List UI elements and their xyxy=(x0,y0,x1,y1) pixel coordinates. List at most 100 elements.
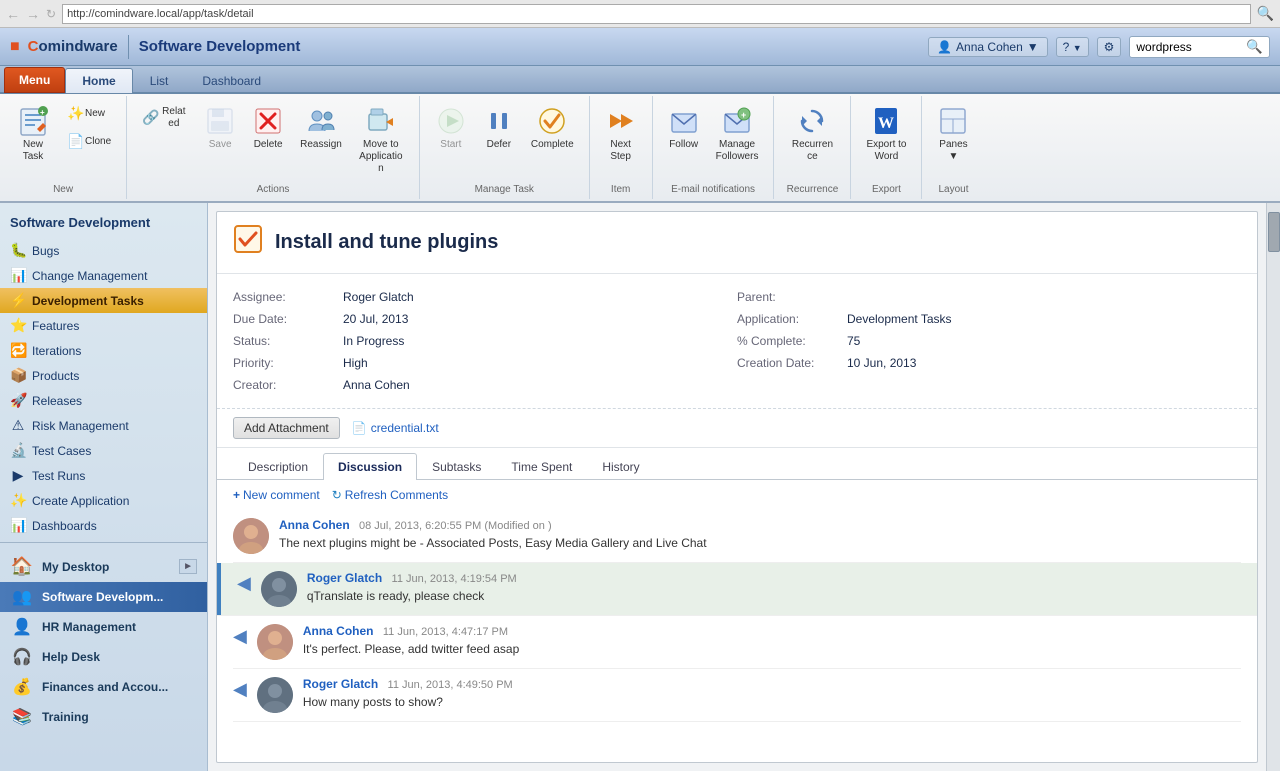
clone-label: Clone xyxy=(85,136,111,148)
left-mark-icon: ◀ xyxy=(237,573,251,594)
defer-button[interactable]: Defer xyxy=(476,100,522,156)
complete-icon xyxy=(536,105,568,137)
sidebar-item-risk-management[interactable]: ⚠ Risk Management xyxy=(0,413,207,438)
new-group-buttons: + NewTask ✨ New 📄 Clone xyxy=(8,100,118,180)
percent-complete-row: % Complete: 75 xyxy=(737,330,1241,352)
header-search: 🔍 xyxy=(1129,36,1270,58)
nav-item-finances[interactable]: 💰 Finances and Accou... xyxy=(0,672,207,702)
refresh-browser-btn[interactable]: ↻ xyxy=(46,7,56,21)
search-button[interactable]: 🔍 xyxy=(1240,37,1269,57)
move-to-application-icon xyxy=(365,105,397,137)
start-button[interactable]: Start xyxy=(428,100,474,156)
sidebar-item-iterations[interactable]: 🔁 Iterations xyxy=(0,338,207,363)
comments-actions: + New comment ↻ Refresh Comments xyxy=(217,480,1257,510)
sidebar-label-features: Features xyxy=(32,319,79,333)
sidebar-item-dashboards[interactable]: 📊 Dashboards xyxy=(0,513,207,538)
refresh-comments-label: Refresh Comments xyxy=(345,488,448,502)
tab-list[interactable]: List xyxy=(133,68,186,93)
follow-icon xyxy=(668,105,700,137)
user-button[interactable]: 👤 Anna Cohen ▼ xyxy=(928,37,1048,57)
main-tabs: Menu Home List Dashboard xyxy=(0,66,1280,94)
comment-author[interactable]: Anna Cohen xyxy=(279,518,350,532)
new-comment-link[interactable]: + New comment xyxy=(233,488,320,502)
sidebar-item-products[interactable]: 📦 Products xyxy=(0,363,207,388)
assignee-value: Roger Glatch xyxy=(343,290,414,304)
tab-history[interactable]: History xyxy=(587,453,654,480)
related-button[interactable]: 🔗 Related xyxy=(135,100,195,134)
clone-button[interactable]: 📄 Clone xyxy=(60,128,118,154)
recurrence-icon xyxy=(796,105,828,137)
tab-home[interactable]: Home xyxy=(65,68,132,93)
nav-item-software-development[interactable]: 👥 Software Developm... xyxy=(0,582,207,612)
sidebar-label-test-cases: Test Cases xyxy=(32,444,91,458)
add-attachment-button[interactable]: Add Attachment xyxy=(233,417,340,439)
save-button[interactable]: Save xyxy=(197,100,243,156)
content-scrollbar[interactable] xyxy=(1266,203,1280,771)
sidebar-item-bugs[interactable]: 🐛 Bugs xyxy=(0,238,207,263)
due-date-value: 20 Jul, 2013 xyxy=(343,312,408,326)
parent-row: Parent: xyxy=(737,286,1241,308)
comment-author[interactable]: Roger Glatch xyxy=(307,571,382,585)
comment-text: The next plugins might be - Associated P… xyxy=(279,535,1241,552)
sidebar-item-releases[interactable]: 🚀 Releases xyxy=(0,388,207,413)
address-bar[interactable] xyxy=(62,4,1251,24)
delete-icon xyxy=(252,105,284,137)
creator-row: Creator: Anna Cohen xyxy=(233,374,737,396)
panes-button[interactable]: Panes▼ xyxy=(930,100,976,168)
sidebar-item-change-management[interactable]: 📊 Change Management xyxy=(0,263,207,288)
export-to-word-button[interactable]: W Export toWord xyxy=(859,100,913,168)
nav-item-help-desk[interactable]: 🎧 Help Desk xyxy=(0,642,207,672)
sidebar-item-development-tasks[interactable]: ⚡ Development Tasks xyxy=(0,288,207,313)
fields-right: Parent: Application: Development Tasks %… xyxy=(737,286,1241,396)
comment-author[interactable]: Anna Cohen xyxy=(303,624,374,638)
new-task-button[interactable]: + NewTask xyxy=(8,100,58,168)
app-title: Software Development xyxy=(139,38,301,55)
sidebar-item-features[interactable]: ⭐ Features xyxy=(0,313,207,338)
comment-author[interactable]: Roger Glatch xyxy=(303,677,378,691)
panes-label: Panes▼ xyxy=(939,139,967,163)
comment-text: It's perfect. Please, add twitter feed a… xyxy=(303,641,1241,658)
menu-button[interactable]: Menu xyxy=(4,67,65,93)
finances-label: Finances and Accou... xyxy=(42,680,168,694)
help-button[interactable]: ? ▼ xyxy=(1056,37,1089,57)
attachment-file-link[interactable]: 📄 credential.txt xyxy=(352,421,439,435)
comment-header: Roger Glatch 11 Jun, 2013, 4:49:50 PM xyxy=(303,677,1241,691)
forward-btn[interactable]: → xyxy=(26,6,40,22)
nav-item-my-desktop[interactable]: 🏠 My Desktop ► xyxy=(0,551,207,582)
tab-dashboard[interactable]: Dashboard xyxy=(185,68,278,93)
user-icon: 👤 xyxy=(937,40,952,54)
nav-item-training[interactable]: 📚 Training xyxy=(0,702,207,732)
next-step-button[interactable]: NextStep xyxy=(598,100,644,168)
comment-body: Roger Glatch 11 Jun, 2013, 4:49:50 PM Ho… xyxy=(303,677,1241,713)
tab-description[interactable]: Description xyxy=(233,453,323,480)
defer-icon xyxy=(483,105,515,137)
sidebar-item-create-application[interactable]: ✨ Create Application xyxy=(0,488,207,513)
refresh-comments-link[interactable]: ↻ Refresh Comments xyxy=(332,488,448,502)
status-row: Status: In Progress xyxy=(233,330,737,352)
my-desktop-expand[interactable]: ► xyxy=(179,559,197,574)
nav-item-hr-management[interactable]: 👤 HR Management xyxy=(0,612,207,642)
move-to-application-button[interactable]: Move toApplication xyxy=(351,100,411,180)
assignee-label: Assignee: xyxy=(233,290,343,304)
recurrence-button[interactable]: Recurrence xyxy=(782,100,842,168)
reassign-icon xyxy=(305,105,337,137)
browser-bar: ← → ↻ 🔍 xyxy=(0,0,1280,28)
manage-followers-button[interactable]: + ManageFollowers xyxy=(709,100,766,168)
search-input[interactable] xyxy=(1130,38,1240,56)
tab-discussion[interactable]: Discussion xyxy=(323,453,417,480)
refresh-icon: ↻ xyxy=(332,488,342,502)
logo-area: ■ Comindware xyxy=(10,38,118,56)
back-btn[interactable]: ← xyxy=(6,6,20,22)
tab-subtasks[interactable]: Subtasks xyxy=(417,453,496,480)
follow-button[interactable]: Follow xyxy=(661,100,707,156)
sidebar-item-test-cases[interactable]: 🔬 Test Cases xyxy=(0,438,207,463)
new-button[interactable]: ✨ New xyxy=(60,100,118,126)
sidebar-item-test-runs[interactable]: ▶ Test Runs xyxy=(0,463,207,488)
delete-button[interactable]: Delete xyxy=(245,100,291,156)
tab-time-spent[interactable]: Time Spent xyxy=(496,453,587,480)
reassign-button[interactable]: Reassign xyxy=(293,100,349,156)
settings-button[interactable]: ⚙ xyxy=(1097,37,1122,57)
complete-button[interactable]: Complete xyxy=(524,100,581,156)
scrollbar-thumb[interactable] xyxy=(1268,212,1280,252)
recurrence-label: Recurrence xyxy=(789,139,835,163)
